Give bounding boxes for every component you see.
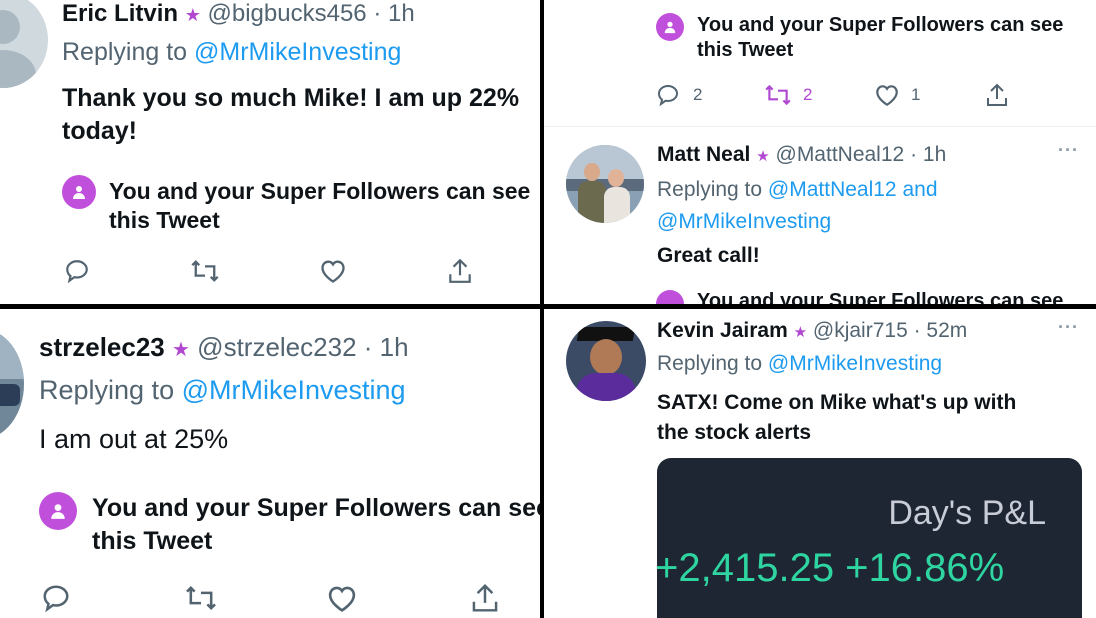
retweet-icon[interactable] bbox=[190, 258, 220, 289]
mention-link[interactable]: @MrMikeInvesting bbox=[768, 352, 942, 375]
and-label: and bbox=[902, 178, 938, 201]
author-handle[interactable]: @MattNeal12 bbox=[776, 143, 905, 166]
reply-count: 2 bbox=[693, 85, 703, 104]
like-icon[interactable] bbox=[326, 584, 358, 618]
super-followers-notice: You and your Super Followers can see bbox=[92, 494, 540, 522]
tweet-text: I am out at 25% bbox=[39, 424, 229, 454]
tweet-text: Great call! bbox=[657, 244, 760, 267]
mention-link[interactable]: @MrMikeInvesting bbox=[194, 38, 401, 66]
avatar[interactable] bbox=[0, 329, 24, 439]
tweet-time[interactable]: · 1h bbox=[373, 0, 414, 27]
super-followers-badge-icon bbox=[656, 290, 684, 304]
super-followers-badge-icon bbox=[39, 492, 77, 530]
share-icon[interactable] bbox=[985, 82, 1009, 113]
replying-to-label: Replying to bbox=[657, 352, 763, 375]
tweet-time[interactable]: · 1h bbox=[364, 332, 409, 362]
tweet-eric-litvin: Eric Litvin ★ @bigbucks456 · 1h Replying… bbox=[0, 0, 540, 304]
reply-icon[interactable] bbox=[41, 583, 71, 618]
author-name[interactable]: strzelec23 bbox=[39, 332, 165, 362]
super-followers-notice-line2: this Tweet bbox=[109, 207, 220, 233]
avatar[interactable] bbox=[566, 145, 644, 223]
author-name[interactable]: Eric Litvin bbox=[62, 0, 178, 27]
tweet-strzelec23: strzelec23 ★ @strzelec232 · 1h Replying … bbox=[0, 309, 540, 618]
super-follow-icon: ★ bbox=[172, 339, 190, 361]
like-icon[interactable] bbox=[319, 258, 347, 289]
more-options-icon[interactable]: ··· bbox=[1058, 317, 1079, 338]
tweet-time[interactable]: · 1h bbox=[910, 143, 946, 166]
share-icon[interactable] bbox=[447, 257, 473, 290]
tweet-text: SATX! Come on Mike what's up with the st… bbox=[657, 388, 1016, 448]
reply-icon[interactable] bbox=[64, 258, 90, 289]
super-followers-notice: You and your Super Followers can see bbox=[697, 290, 1064, 304]
super-follow-icon: ★ bbox=[793, 324, 808, 341]
replying-to-label: Replying to bbox=[657, 178, 763, 201]
share-icon[interactable] bbox=[470, 582, 500, 618]
super-followers-notice-line2: this Tweet bbox=[92, 527, 213, 555]
replying-to-label: Replying to bbox=[39, 375, 175, 405]
tweet-matt-neal-section: You and your Super Followers can see thi… bbox=[544, 0, 1096, 304]
retweet-icon[interactable] bbox=[764, 83, 792, 112]
avatar[interactable] bbox=[0, 0, 48, 88]
tweet-time[interactable]: · 52m bbox=[914, 319, 968, 342]
super-follow-icon: ★ bbox=[756, 148, 770, 165]
tweet-text-line: today! bbox=[62, 117, 137, 145]
retweet-icon[interactable] bbox=[184, 584, 218, 617]
super-follow-icon: ★ bbox=[184, 5, 201, 25]
tweet-divider bbox=[544, 126, 1096, 127]
tweet-text-line: the stock alerts bbox=[657, 421, 812, 444]
retweet-count: 2 bbox=[803, 85, 813, 104]
like-count: 1 bbox=[911, 85, 921, 104]
card-value: +2,415.25 +16.86% bbox=[657, 546, 1005, 590]
author-name[interactable]: Matt Neal bbox=[657, 143, 750, 166]
attached-image-card[interactable]: Day's P&L +2,415.25 +16.86% bbox=[657, 458, 1082, 618]
tweet-text-line: Thank you so much Mike! I am up 22% bbox=[62, 84, 520, 112]
super-followers-badge-icon bbox=[656, 13, 684, 41]
replying-to-label: Replying to bbox=[62, 38, 188, 66]
author-handle[interactable]: @kjair715 bbox=[813, 319, 908, 342]
super-followers-notice-line2: this Tweet bbox=[697, 39, 794, 61]
tweet-text: Thank you so much Mike! I am up 22% toda… bbox=[62, 82, 519, 148]
mention-link[interactable]: @MrMikeInvesting bbox=[657, 206, 938, 238]
author-name[interactable]: Kevin Jairam bbox=[657, 319, 788, 342]
reply-icon[interactable] bbox=[656, 83, 680, 112]
card-title: Day's P&L bbox=[888, 494, 1046, 532]
author-handle[interactable]: @bigbucks456 bbox=[208, 0, 367, 27]
avatar[interactable] bbox=[566, 321, 646, 401]
author-handle[interactable]: @strzelec232 bbox=[197, 332, 356, 362]
more-options-icon[interactable]: ··· bbox=[1058, 140, 1079, 161]
super-followers-badge-icon bbox=[62, 175, 96, 209]
mention-link[interactable]: @MattNeal12 bbox=[768, 178, 897, 201]
mention-link[interactable]: @MrMikeInvesting bbox=[182, 375, 406, 405]
like-icon[interactable] bbox=[874, 83, 900, 112]
super-followers-notice: You and your Super Followers can see bbox=[109, 178, 531, 204]
super-followers-notice: You and your Super Followers can see bbox=[697, 14, 1064, 36]
tweet-kevin-jairam: Kevin Jairam ★ @kjair715 · 52m ··· Reply… bbox=[544, 309, 1096, 618]
tweet-text-line: SATX! Come on Mike what's up with bbox=[657, 391, 1017, 414]
